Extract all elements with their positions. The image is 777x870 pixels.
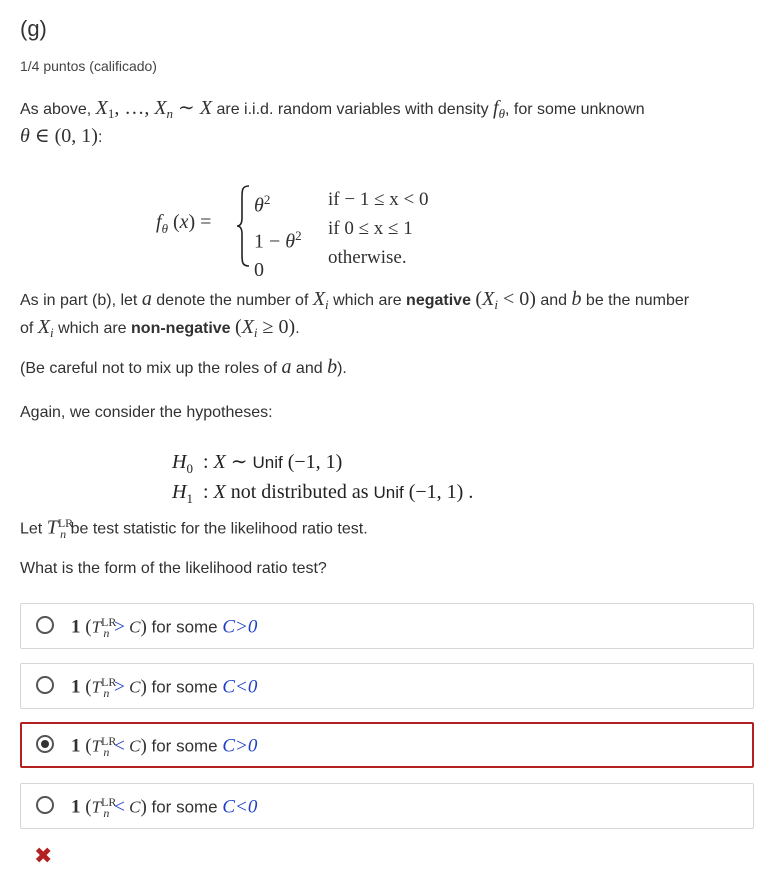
density-case2: if 0 ≤ x ≤ 1 — [328, 218, 413, 239]
para-text: As in part (b), let — [20, 292, 142, 309]
option-operator: > — [109, 676, 125, 698]
radio-button[interactable] — [36, 796, 54, 814]
let-prefix: Let — [20, 520, 47, 538]
let-suffix: be test statistic for the likelihood rat… — [66, 520, 368, 538]
option-mid: for some — [146, 797, 223, 817]
option-mid: for some — [146, 617, 223, 637]
alt-hypothesis: H1 : X not distributed as Unif (−1, 1) . — [172, 481, 474, 506]
radio-dot — [41, 740, 49, 748]
option-mid: for some — [146, 677, 223, 697]
density-values: θ2 1 − θ2 0 — [254, 192, 302, 282]
para-text: of — [20, 320, 38, 338]
careful-and: and — [291, 360, 328, 377]
math-sample: X — [95, 97, 108, 119]
intro-paragraph: As above, X1, …, Xn ∼ X are i.i.d. rando… — [20, 97, 645, 148]
definition-paragraph: As in part (b), let a denote the number … — [20, 288, 690, 341]
intro-prefix: As above, — [20, 101, 96, 118]
negative-word: negative — [406, 292, 471, 309]
careful-note: (Be careful not to mix up the roles of a… — [20, 356, 347, 378]
option-label: 1 (TLRn > C) for some C>0 — [71, 615, 258, 641]
unif-word: Unif — [373, 483, 404, 502]
para-text: be the number — [581, 292, 690, 309]
careful-end: ). — [337, 360, 347, 377]
intro-colon: : — [97, 129, 103, 147]
option-mid: for some — [146, 736, 223, 756]
para-text: which are — [53, 320, 132, 338]
option-operator: < — [109, 735, 125, 757]
careful-text: (Be careful not to mix up the roles of — [20, 360, 282, 377]
radio-button-checked[interactable] — [36, 735, 54, 753]
para-text: and — [535, 292, 572, 309]
nonnegative-word: non-negative — [131, 320, 231, 338]
answer-option-4[interactable]: 1 (TLRn < C) for some C<0 — [20, 783, 754, 829]
wrong-x-icon: ✖ — [34, 843, 53, 868]
intro-mid: are i.i.d. random variables with density — [212, 101, 494, 118]
unif-word: Unif — [252, 453, 283, 472]
option-operator: > — [109, 616, 125, 638]
option-label: 1 (TLRn < C) for some C>0 — [71, 734, 258, 760]
option-constraint: C>0 — [222, 735, 258, 757]
again-text: Again, we consider the hypotheses: — [20, 404, 273, 421]
para-text: . — [295, 320, 300, 338]
let-statement: Let TLRn be test statistic for the likel… — [20, 516, 368, 541]
density-lhs: fθ (x) = — [156, 211, 212, 236]
null-hypothesis: H0 : X ∼ Unif (−1, 1) — [172, 451, 343, 476]
option-label: 1 (TLRn < C) for some C<0 — [71, 795, 258, 821]
option-label: 1 (TLRn > C) for some C<0 — [71, 675, 258, 701]
para-text: which are — [328, 292, 407, 309]
option-constraint: C<0 — [222, 676, 258, 698]
density-conditions: if − 1 ≤ x < 0 if 0 ≤ x ≤ 1 otherwise. — [328, 185, 428, 272]
answer-option-3[interactable]: 1 (TLRn < C) for some C>0 — [20, 722, 754, 768]
option-constraint: C>0 — [222, 616, 258, 638]
form-question: What is the form of the likelihood ratio… — [20, 560, 327, 577]
answer-option-2[interactable]: 1 (TLRn > C) for some C<0 — [20, 663, 754, 709]
radio-button[interactable] — [36, 676, 54, 694]
answer-option-1[interactable]: 1 (TLRn > C) for some C>0 — [20, 603, 754, 649]
density-case3: otherwise. — [328, 247, 407, 268]
para-text: denote the number of — [151, 292, 313, 309]
radio-button[interactable] — [36, 616, 54, 634]
option-constraint: C<0 — [222, 796, 258, 818]
density-case1: if − 1 ≤ x < 0 — [328, 189, 429, 210]
points-status: 1/4 puntos (calificado) — [20, 58, 157, 74]
question-heading: (g) — [20, 16, 47, 41]
not-distributed: not distributed as — [230, 481, 369, 503]
intro-suffix: , for some unknown — [505, 101, 645, 118]
option-operator: < — [109, 796, 125, 818]
left-brace — [236, 185, 250, 267]
